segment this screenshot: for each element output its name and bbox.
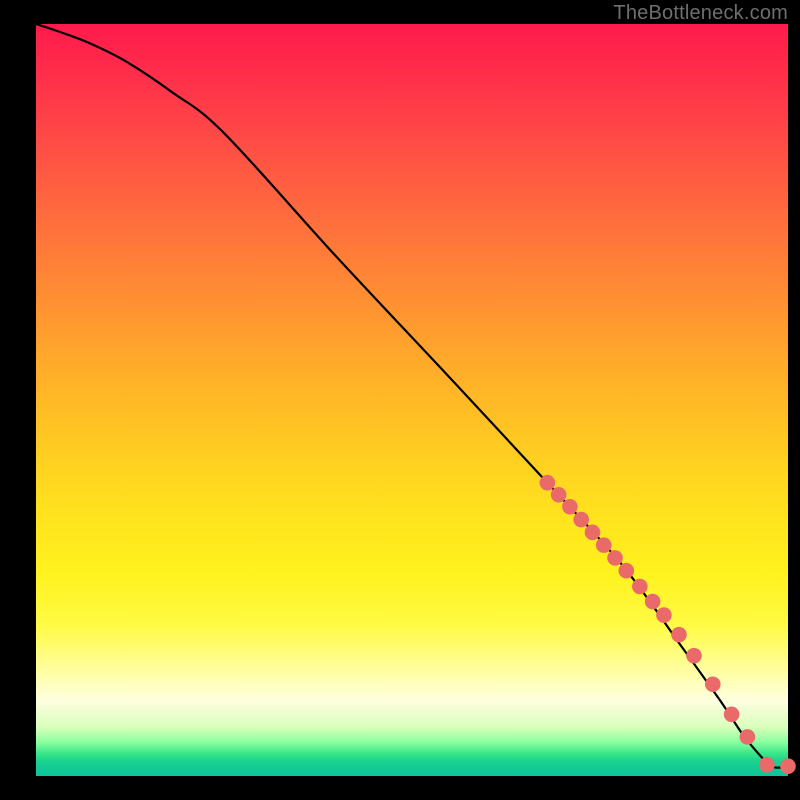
marker-point — [632, 579, 648, 595]
marker-point — [671, 627, 687, 643]
attribution-label: TheBottleneck.com — [613, 2, 788, 25]
marker-point — [562, 499, 578, 515]
marker-point — [724, 707, 740, 723]
performance-curve — [36, 24, 788, 768]
marker-point — [551, 487, 567, 503]
marker-point — [585, 525, 601, 541]
marker-point — [740, 729, 756, 745]
marker-point — [780, 758, 796, 774]
chart-stage: TheBottleneck.com — [0, 0, 800, 800]
marker-point — [656, 607, 672, 623]
marker-point — [540, 475, 556, 491]
curve-layer — [36, 24, 788, 768]
marker-layer — [540, 475, 796, 774]
marker-point — [759, 757, 775, 773]
marker-point — [619, 563, 635, 579]
marker-point — [596, 537, 612, 553]
marker-point — [573, 512, 589, 528]
marker-point — [705, 676, 721, 692]
marker-point — [686, 648, 702, 664]
chart-svg — [36, 24, 788, 776]
marker-point — [645, 594, 661, 610]
marker-point — [607, 550, 623, 566]
plot-area — [36, 24, 788, 776]
